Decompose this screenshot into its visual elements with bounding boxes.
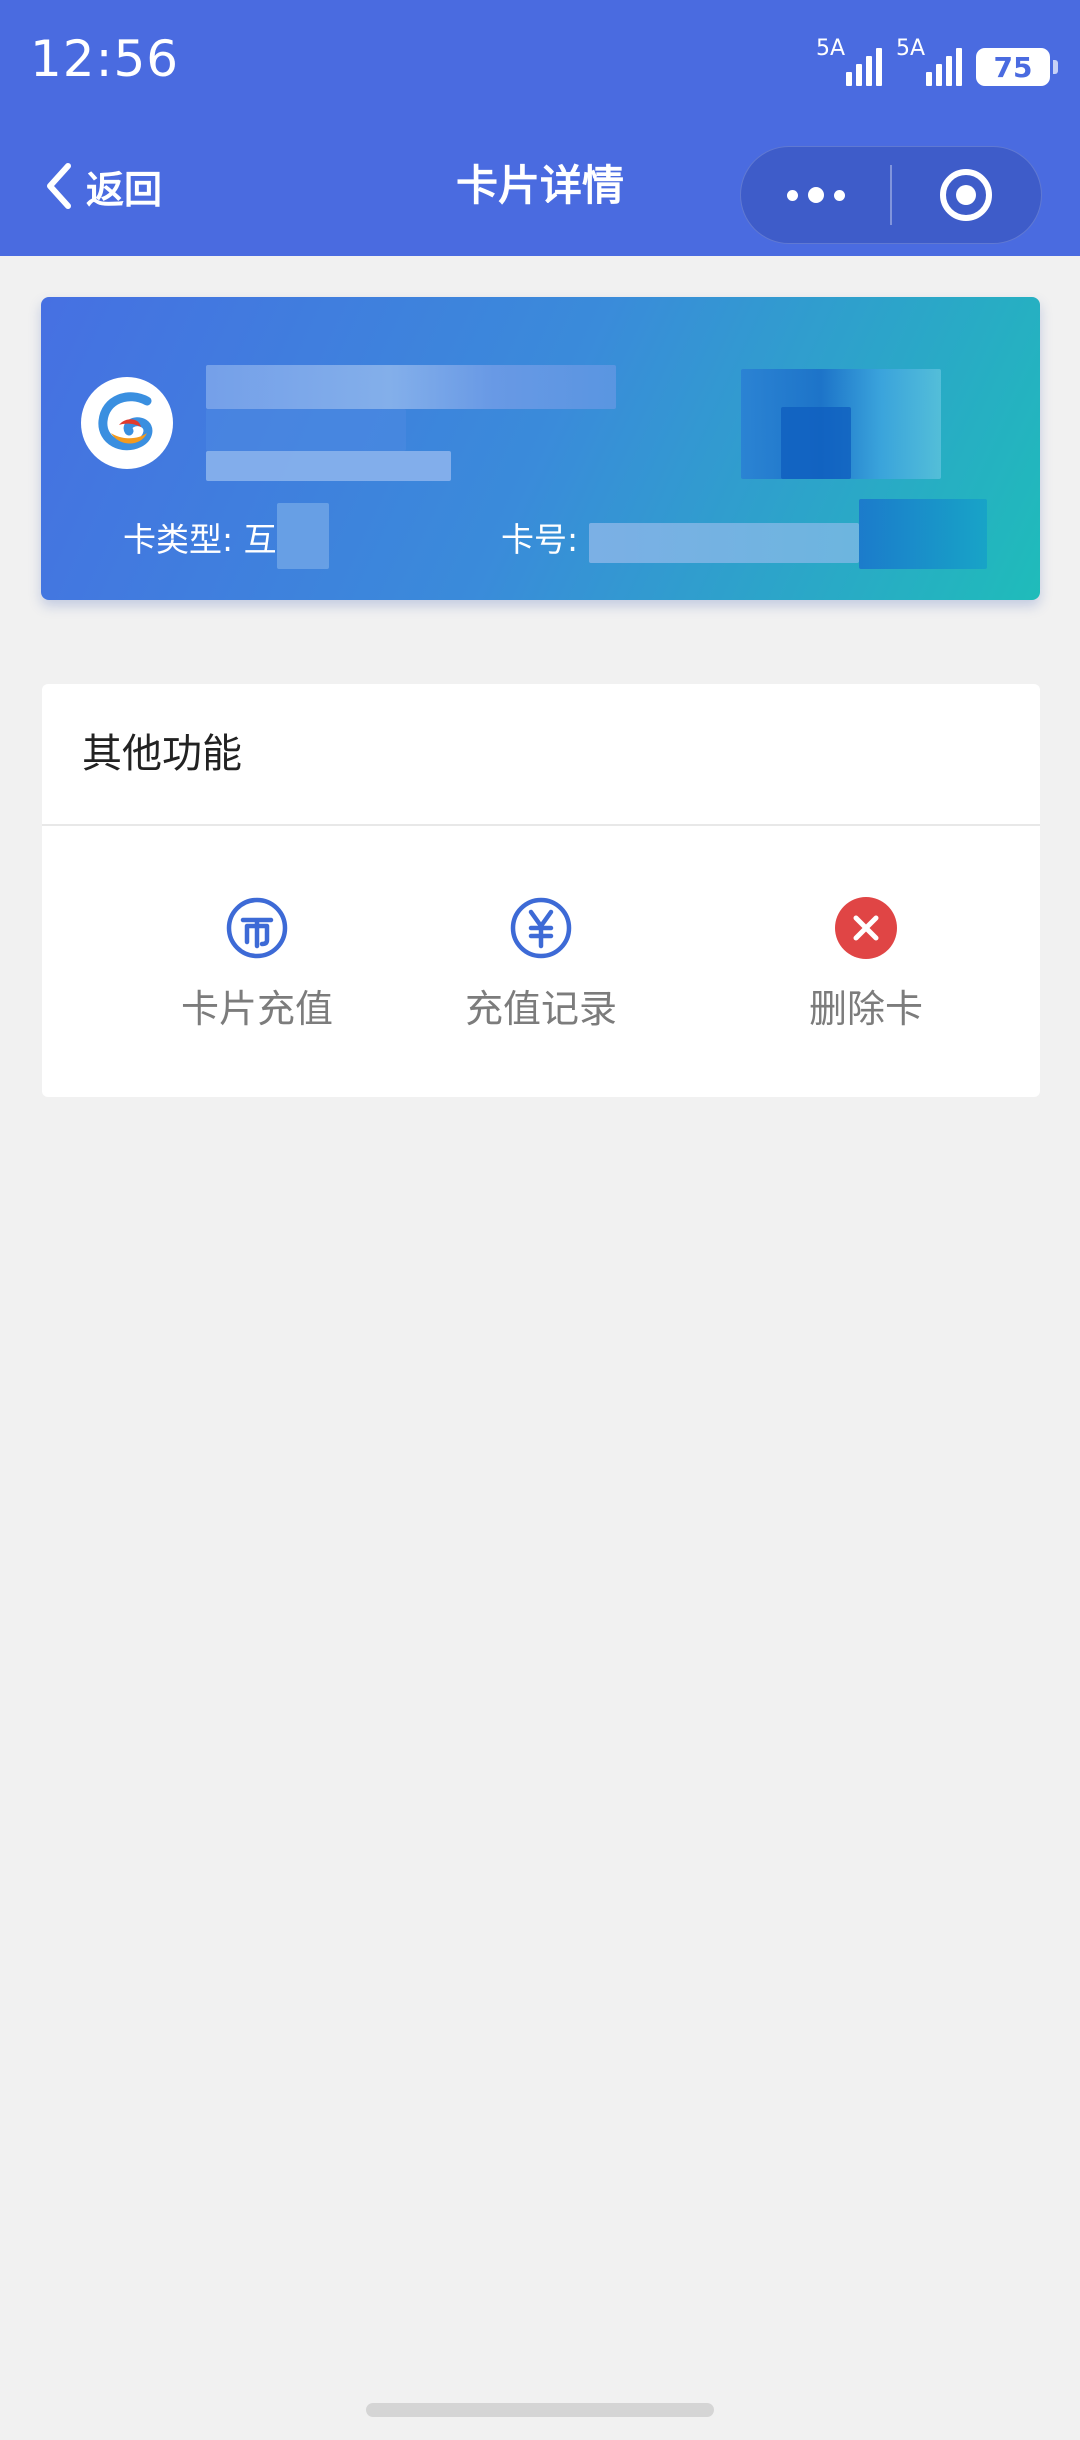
- redacted-card-type: [277, 503, 329, 569]
- redacted-card-name: [206, 365, 616, 409]
- status-icons: 5A 5A 75: [816, 34, 1058, 86]
- card-panel[interactable]: 卡类型: 互 卡号:: [41, 297, 1040, 600]
- redacted-card-number-2: [859, 499, 987, 569]
- delete-card-label: 删除卡: [808, 987, 923, 1031]
- delete-x-icon: [835, 897, 897, 959]
- yuan-record-icon: [510, 897, 572, 959]
- redacted-card-mark-2: [781, 407, 851, 479]
- recharge-card-button[interactable]: 卡片充值: [107, 896, 407, 1046]
- card-type-label: 卡类型: 互: [123, 520, 277, 559]
- cell-signal-2-icon: 5A: [896, 36, 962, 86]
- recharge-records-button[interactable]: 充值记录: [391, 896, 691, 1046]
- status-time: 12:56: [30, 30, 180, 88]
- cell-signal-1-icon: 5A: [816, 36, 882, 86]
- redacted-card-name-2: [206, 409, 406, 451]
- coin-recharge-icon: [226, 897, 288, 959]
- recharge-card-label: 卡片充值: [180, 987, 333, 1031]
- delete-card-button[interactable]: 删除卡: [716, 896, 1016, 1046]
- recharge-records-label: 充值记录: [464, 987, 617, 1031]
- other-functions-panel: 其他功能 卡片充值 充值记录 删除卡: [42, 684, 1040, 1097]
- signal-1-label: 5A: [816, 36, 846, 61]
- close-program-button[interactable]: [892, 146, 1041, 244]
- mini-program-capsule: [740, 146, 1042, 244]
- battery-level: 75: [993, 50, 1033, 84]
- target-circle-icon: [940, 169, 993, 221]
- header: 12:56 5A 5A 75 返回 卡片详情: [0, 0, 1080, 256]
- signal-2-label: 5A: [896, 36, 926, 61]
- redacted-card-sub: [206, 451, 451, 481]
- card-number-label: 卡号:: [501, 520, 579, 559]
- more-dots-icon: [786, 187, 845, 203]
- card-issuer-logo: [81, 377, 173, 469]
- redacted-card-number: [589, 523, 859, 563]
- section-divider: [42, 824, 1040, 826]
- battery-icon: 75: [976, 48, 1058, 86]
- home-indicator[interactable]: [366, 2403, 714, 2417]
- more-button[interactable]: [741, 146, 890, 244]
- section-title: 其他功能: [82, 731, 242, 777]
